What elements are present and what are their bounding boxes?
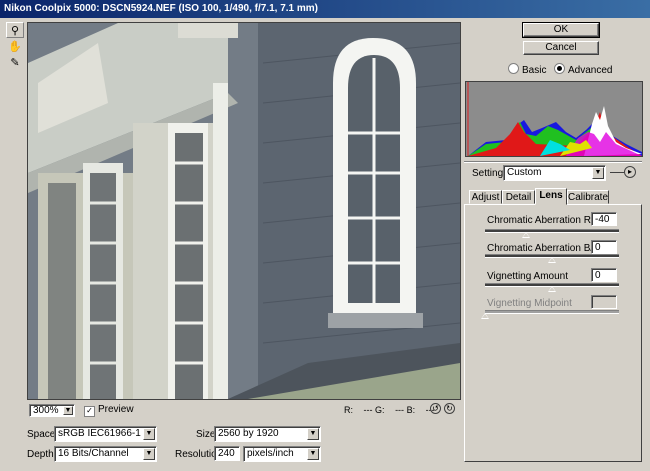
basic-radio-icon	[508, 63, 519, 74]
r-label: R:	[344, 405, 353, 415]
size-value: 2560 by 1920	[218, 428, 279, 439]
basic-radio-label: Basic	[522, 65, 547, 76]
preview-photo	[28, 23, 460, 399]
settings-menu-icon[interactable]: ▸	[624, 166, 636, 178]
chevron-down-icon: ▼	[592, 167, 604, 179]
tab-lens[interactable]: Lens	[535, 188, 567, 205]
chevron-down-icon: ▼	[307, 428, 319, 440]
chevron-down-icon: ▼	[307, 448, 319, 460]
size-select[interactable]: 2560 by 1920 ▼	[214, 426, 321, 442]
zoom-select[interactable]: 300% ▼	[29, 404, 75, 417]
image-preview[interactable]	[27, 22, 461, 400]
zoom-tool-icon[interactable]: ⚲	[6, 22, 24, 38]
cancel-button[interactable]: Cancel	[523, 41, 599, 55]
histogram	[465, 81, 643, 157]
window-title: Nikon Coolpix 5000: DSCN5924.NEF (ISO 10…	[4, 3, 319, 14]
chromatic-by-label: Chromatic Aberration B/Y	[487, 243, 600, 254]
eyedropper-tool-icon[interactable]: ✎	[6, 55, 24, 71]
rgb-readout: R: --- G: --- B: ---	[344, 405, 435, 415]
settings-value: Custom	[507, 167, 542, 178]
settings-select[interactable]: Custom ▼	[503, 165, 606, 181]
vignetting-midpoint-slider	[485, 310, 619, 314]
space-value: sRGB IEC61966-1	[58, 428, 141, 439]
g-label: G:	[375, 405, 385, 415]
vignetting-amount-label: Vignetting Amount	[487, 271, 568, 282]
chromatic-rc-slider[interactable]	[485, 229, 619, 233]
r-value: ---	[363, 405, 373, 415]
chromatic-rc-input[interactable]: -40	[591, 212, 617, 226]
vignetting-midpoint-label: Vignetting Midpoint	[487, 298, 572, 309]
chromatic-by-input[interactable]: 0	[591, 240, 617, 254]
histogram-graph	[467, 82, 642, 156]
hand-tool-icon[interactable]: ✋	[6, 39, 24, 55]
tab-calibrate[interactable]: Calibrate	[567, 190, 609, 204]
advanced-radio-icon	[554, 63, 565, 74]
tab-detail[interactable]: Detail	[502, 190, 535, 204]
g-value: ---	[395, 405, 405, 415]
advanced-radio[interactable]: Advanced	[554, 63, 612, 76]
tab-adjust[interactable]: Adjust	[469, 190, 502, 204]
preview-label: Preview	[98, 404, 134, 415]
chromatic-rc-thumb[interactable]	[522, 232, 530, 238]
depth-select[interactable]: 16 Bits/Channel ▼	[54, 446, 157, 462]
menu-line	[610, 172, 624, 173]
chevron-down-icon: ▼	[143, 448, 155, 460]
chevron-down-icon: ▼	[63, 406, 73, 415]
depth-label: Depth:	[27, 449, 57, 460]
resolution-unit-select[interactable]: pixels/inch ▼	[243, 446, 321, 462]
basic-radio[interactable]: Basic	[508, 63, 546, 76]
title-bar: Nikon Coolpix 5000: DSCN5924.NEF (ISO 10…	[0, 0, 650, 18]
divider	[464, 161, 642, 163]
vignetting-midpoint-input	[591, 295, 617, 309]
vignetting-amount-input[interactable]: 0	[591, 268, 617, 282]
b-label: B:	[406, 405, 416, 415]
resolution-unit-value: pixels/inch	[247, 448, 294, 459]
resolution-input[interactable]: 240	[214, 446, 240, 461]
rotate-left-icon[interactable]: ↺	[430, 403, 441, 414]
advanced-radio-label: Advanced	[568, 65, 613, 76]
check-icon: ✓	[84, 406, 95, 417]
chromatic-rc-label: Chromatic Aberration R/C	[487, 215, 601, 226]
space-select[interactable]: sRGB IEC61966-1 ▼	[54, 426, 157, 442]
zoom-value: 300%	[33, 405, 59, 416]
vignetting-midpoint-thumb	[481, 313, 489, 319]
chromatic-by-thumb[interactable]	[548, 257, 556, 263]
ok-button[interactable]: OK	[522, 22, 600, 38]
vignetting-amount-thumb[interactable]	[548, 286, 556, 292]
rotate-right-icon[interactable]: ↻	[444, 403, 455, 414]
chevron-down-icon: ▼	[143, 428, 155, 440]
preview-checkbox[interactable]: ✓ Preview	[84, 404, 134, 417]
depth-value: 16 Bits/Channel	[58, 448, 129, 459]
